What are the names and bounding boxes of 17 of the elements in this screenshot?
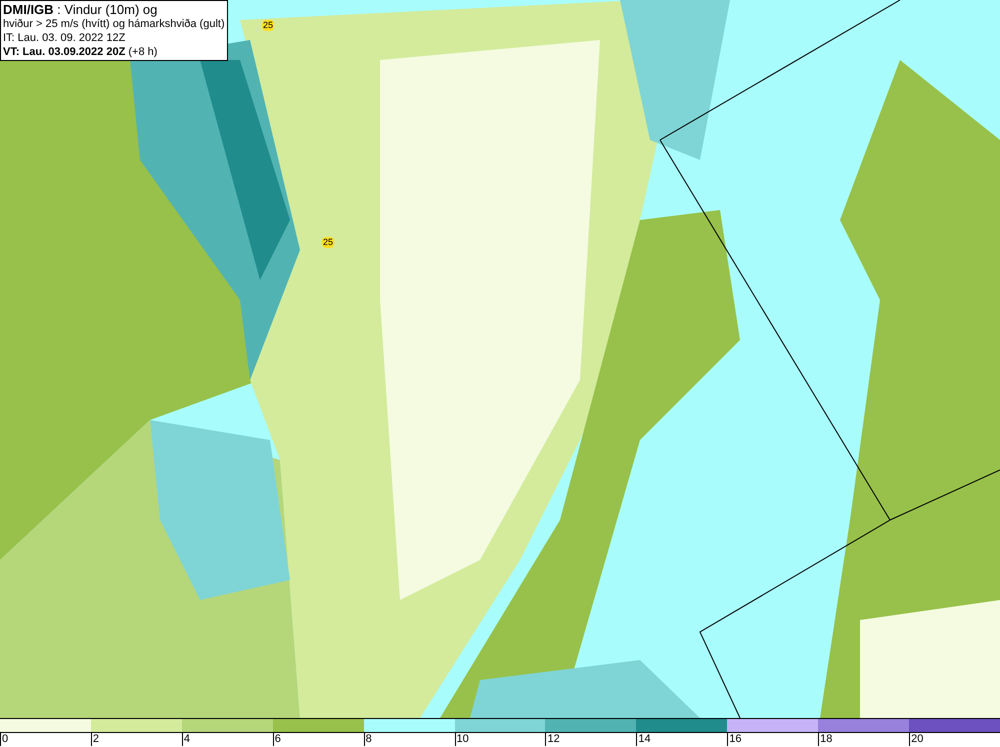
tick-label: 20: [909, 733, 924, 746]
tick-label: 18: [818, 733, 832, 746]
tick-label: 8: [364, 733, 372, 746]
tick-label: 16: [727, 733, 742, 746]
tick-label: 2: [90, 733, 100, 746]
tick-label: 10: [454, 733, 469, 746]
gust-label: 25: [322, 237, 334, 248]
gust-label: 25: [262, 20, 274, 31]
tick-label: 14: [636, 733, 651, 746]
tick-label: 0: [0, 733, 8, 746]
header-line: DMI/IGB : Vindur (10m) og: [3, 2, 158, 17]
header-line: hviður > 25 m/s (hvítt) og hámarkshviða (gult): [3, 17, 225, 31]
header-line: IT: Lau. 03. 09. 2022 12Z: [3, 31, 126, 45]
tick-label: 12: [545, 733, 560, 746]
tick-label: 6: [272, 733, 281, 746]
tick-label: 4: [182, 733, 190, 746]
header-line: VT: Lau. 03.09.2022 20Z (+8 h): [3, 45, 158, 59]
